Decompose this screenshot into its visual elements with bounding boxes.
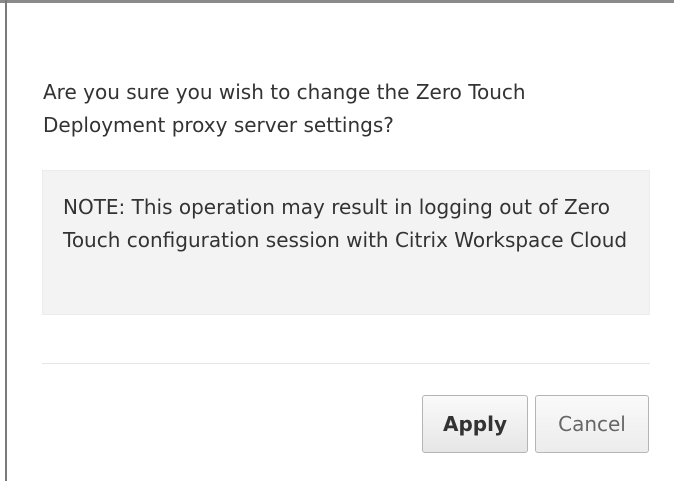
note-box: NOTE: This operation may result in loggi… [42,170,650,315]
confirmation-message: Are you sure you wish to change the Zero… [43,80,526,137]
apply-button[interactable]: Apply [422,395,528,453]
cancel-button[interactable]: Cancel [535,395,649,453]
dialog-top-border [0,0,674,3]
note-text: NOTE: This operation may result in loggi… [63,195,628,252]
confirm-dialog: Are you sure you wish to change the Zero… [0,0,674,481]
footer-divider [42,363,650,364]
dialog-left-border [5,0,7,481]
